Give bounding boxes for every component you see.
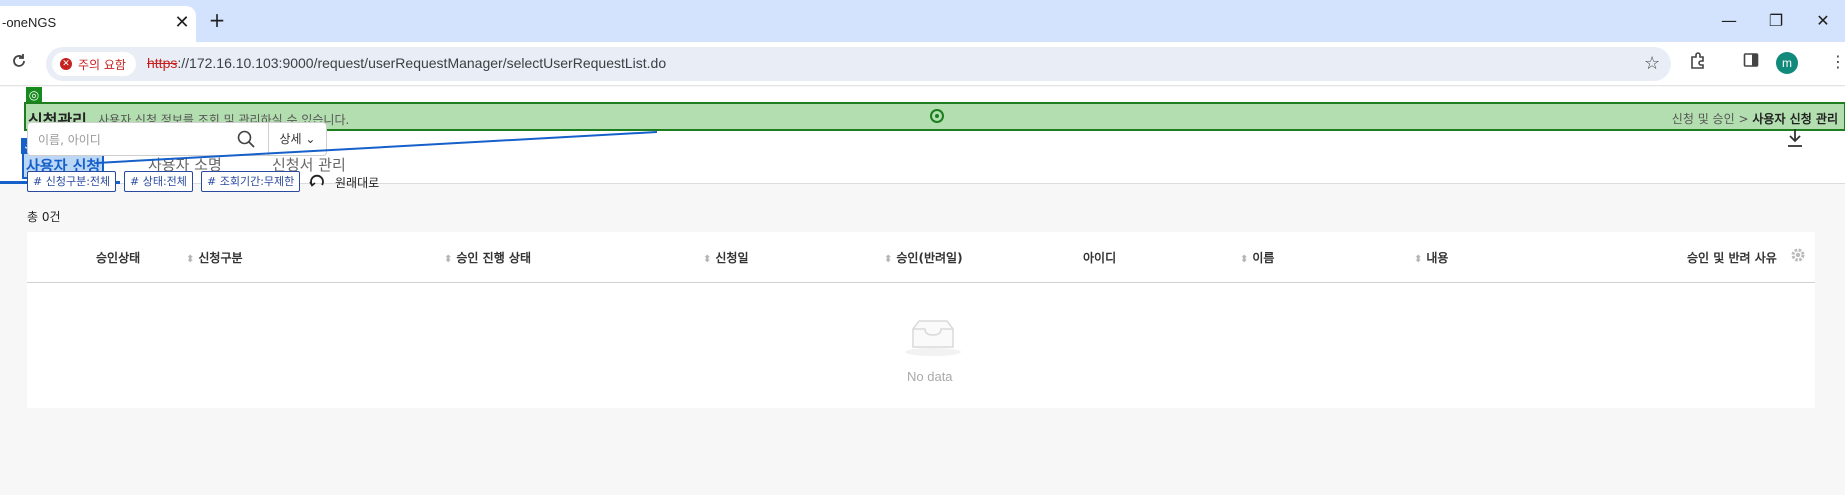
table-header: 승인상태 ⬍ 신청구분 ⬍ 승인 진행 상태 ⬍ 신청일 ⬍ 승인(반려일) 아이디 ⬍…: [27, 232, 1815, 283]
sort-icon: ⬍: [884, 254, 893, 265]
column-approval-date[interactable]: ⬍ 승인(반려일): [884, 249, 963, 266]
browser-tab[interactable]: -oneNGS ✕: [0, 6, 196, 42]
reset-icon[interactable]: [309, 174, 325, 190]
search-box: 상세 ⌄: [27, 122, 327, 156]
sort-icon: ⬍: [186, 254, 195, 265]
new-tab-button[interactable]: +: [206, 8, 228, 32]
detail-search-button[interactable]: 상세 ⌄: [268, 123, 326, 155]
download-icon[interactable]: [1785, 127, 1805, 149]
breadcrumb-current: 사용자 신청 관리: [1752, 112, 1838, 126]
minimize-button[interactable]: —: [1714, 8, 1744, 34]
filter-chip-request-type[interactable]: # 신청구분:전체: [27, 171, 117, 192]
tab-title: -oneNGS: [2, 15, 57, 30]
url-text[interactable]: https://172.16.10.103:9000/request/userR…: [147, 55, 666, 71]
security-warning-text: 주의 요함: [78, 57, 126, 72]
crosshair-icon: [930, 109, 944, 123]
reset-button[interactable]: 원래대로: [335, 174, 379, 191]
gear-icon[interactable]: [1790, 247, 1806, 263]
column-content[interactable]: ⬍ 내용: [1414, 249, 1448, 266]
restore-button[interactable]: ❐: [1761, 8, 1791, 34]
column-approval-status[interactable]: 승인상태: [96, 249, 140, 266]
breadcrumb: 신청 및 승인 > 사용자 신청 관리: [1671, 112, 1838, 126]
search-icon[interactable]: [236, 129, 256, 149]
column-user-id[interactable]: 아이디: [1083, 249, 1116, 266]
column-name[interactable]: ⬍ 이름: [1240, 249, 1274, 266]
browser-menu-icon[interactable]: ⋮: [1830, 52, 1845, 71]
side-panel-icon[interactable]: [1740, 52, 1762, 74]
address-bar[interactable]: ✕ 주의 요함 https://172.16.10.103:9000/reque…: [46, 47, 1671, 81]
filter-chip-period[interactable]: # 조회기간:무제한: [201, 171, 301, 192]
extensions-icon[interactable]: [1687, 52, 1709, 74]
empty-state-text: No data: [907, 369, 953, 384]
sort-icon: ⬍: [444, 254, 453, 265]
bookmark-star-icon[interactable]: ☆: [1644, 53, 1660, 74]
window-close-button[interactable]: ✕: [1808, 8, 1838, 34]
profile-avatar[interactable]: m: [1776, 52, 1798, 74]
column-request-type[interactable]: ⬍ 신청구분: [186, 249, 243, 266]
browser-toolbar: ✕ 주의 요함 https://172.16.10.103:9000/reque…: [0, 42, 1845, 86]
empty-inbox-icon: [903, 317, 963, 357]
sort-icon: ⬍: [703, 254, 712, 265]
column-reason[interactable]: 승인 및 반려 사유: [1687, 249, 1777, 266]
request-table: 승인상태 ⬍ 신청구분 ⬍ 승인 진행 상태 ⬍ 신청일 ⬍ 승인(반려일) 아이디 ⬍…: [27, 232, 1815, 408]
sort-icon: ⬍: [1414, 254, 1423, 265]
breadcrumb-parent[interactable]: 신청 및 승인: [1672, 112, 1735, 126]
chevron-down-icon: ⌄: [305, 132, 316, 146]
column-request-date[interactable]: ⬍ 신청일: [703, 249, 749, 266]
security-warning-chip[interactable]: ✕ 주의 요함: [52, 52, 136, 76]
column-approval-progress[interactable]: ⬍ 승인 진행 상태: [444, 249, 531, 266]
browser-tabstrip: -oneNGS ✕ + — ❐ ✕: [0, 0, 1845, 42]
reload-icon[interactable]: [8, 53, 30, 75]
target-icon: ◎: [26, 87, 42, 103]
warning-icon: ✕: [60, 58, 72, 70]
search-input[interactable]: [38, 131, 228, 149]
filter-chip-status[interactable]: # 상태:전체: [124, 171, 193, 192]
total-count: 총 0건: [27, 210, 61, 224]
tab-close-icon[interactable]: ✕: [172, 12, 192, 34]
sort-icon: ⬍: [1240, 254, 1249, 265]
